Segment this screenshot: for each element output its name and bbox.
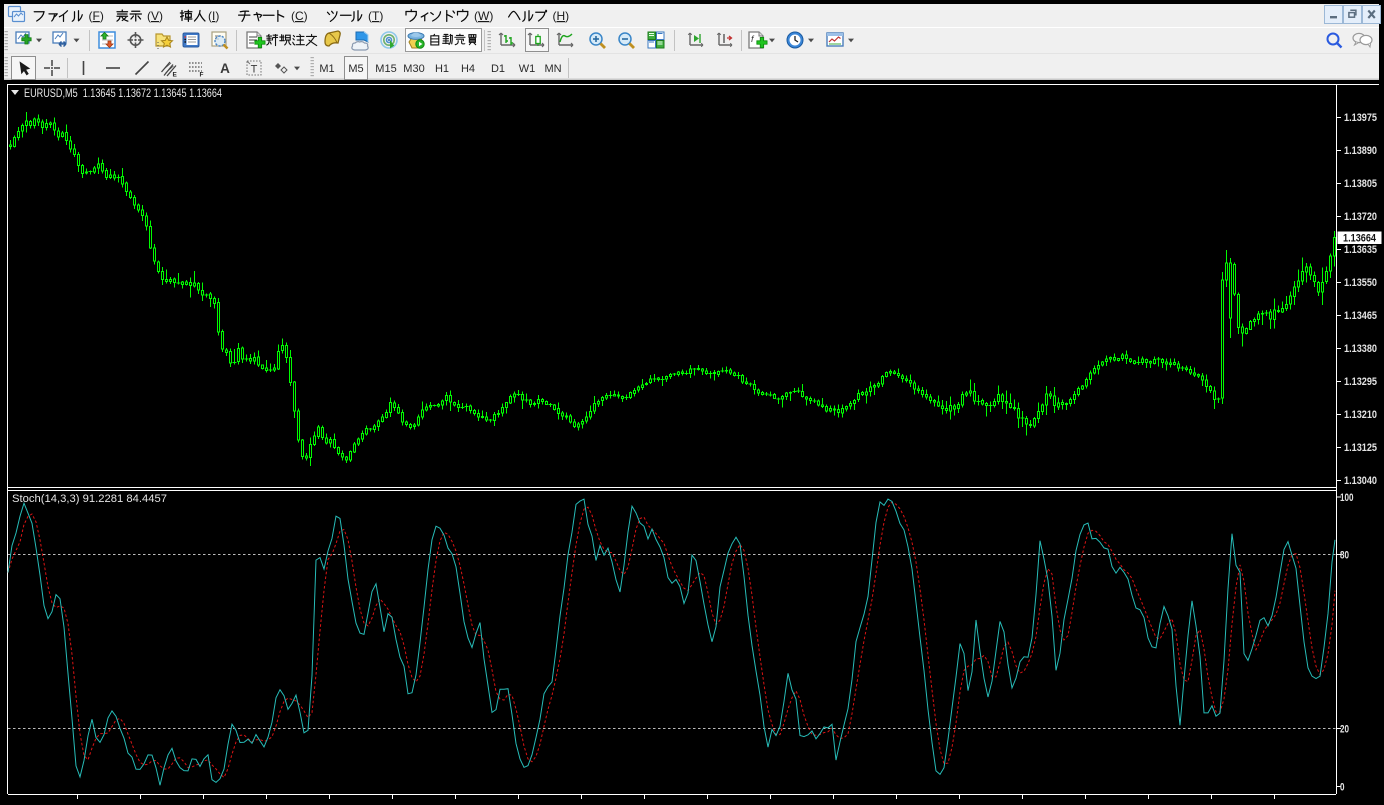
- svg-text:EURUSD,M5 1.13645 1.13672 1.1: EURUSD,M5 1.13645 1.13672 1.13645 1.1366…: [24, 86, 222, 100]
- svg-text:W1: W1: [519, 63, 536, 75]
- svg-text:H4: H4: [461, 63, 475, 75]
- svg-text:1.13380: 1.13380: [1344, 343, 1377, 355]
- svg-text:1.13664: 1.13664: [1343, 233, 1377, 245]
- svg-text:M1: M1: [319, 63, 334, 75]
- svg-text:1.13465: 1.13465: [1344, 310, 1377, 322]
- svg-text:(V): (V): [147, 9, 163, 23]
- svg-text:1.13040: 1.13040: [1344, 475, 1377, 487]
- svg-text:(I): (I): [208, 9, 219, 23]
- svg-text:(W): (W): [474, 9, 493, 23]
- svg-text:1.13210: 1.13210: [1344, 409, 1377, 421]
- svg-text:1.13720: 1.13720: [1344, 211, 1377, 223]
- svg-text:1.13805: 1.13805: [1344, 178, 1377, 190]
- svg-text:100: 100: [1340, 492, 1354, 504]
- svg-text:0: 0: [1340, 782, 1345, 794]
- svg-text:MN: MN: [544, 63, 561, 75]
- svg-text:(T): (T): [368, 9, 383, 23]
- svg-text:M5: M5: [348, 63, 363, 75]
- svg-text:1.13890: 1.13890: [1344, 145, 1377, 157]
- svg-text:(F): (F): [89, 9, 104, 23]
- svg-text:20: 20: [1340, 724, 1349, 736]
- svg-text:M30: M30: [403, 63, 424, 75]
- svg-text:D1: D1: [491, 63, 505, 75]
- svg-text:T: T: [251, 64, 258, 76]
- svg-text:1.13295: 1.13295: [1344, 376, 1377, 388]
- svg-text:1.13125: 1.13125: [1344, 442, 1377, 454]
- svg-text:E: E: [173, 72, 178, 79]
- svg-text:(H): (H): [553, 9, 570, 23]
- svg-text:1.13550: 1.13550: [1344, 277, 1377, 289]
- svg-text:(C): (C): [291, 9, 308, 23]
- svg-text:M15: M15: [375, 63, 396, 75]
- svg-text:1.13635: 1.13635: [1344, 244, 1377, 256]
- svg-text:F: F: [200, 72, 204, 79]
- svg-text:Stoch(14,3,3) 91.2281 84.4457: Stoch(14,3,3) 91.2281 84.4457: [12, 493, 167, 505]
- svg-text:1.13975: 1.13975: [1344, 112, 1377, 124]
- svg-text:80: 80: [1340, 550, 1349, 562]
- svg-text:H1: H1: [435, 63, 449, 75]
- svg-text:A: A: [220, 61, 230, 76]
